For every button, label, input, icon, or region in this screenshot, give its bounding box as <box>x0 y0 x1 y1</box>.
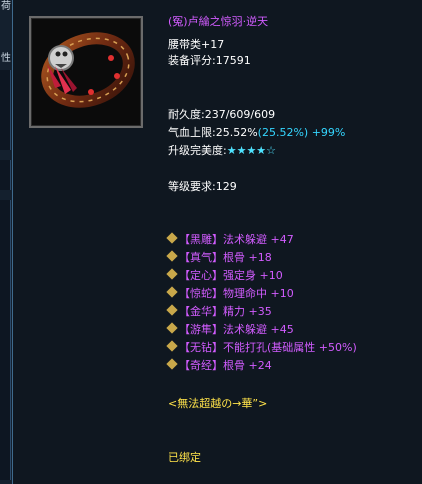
diamond-bullet-icon <box>166 322 178 334</box>
upgrade-perfection-line: 升级完美度:★★★★☆ <box>168 143 276 158</box>
diamond-bullet-icon <box>166 250 178 262</box>
diamond-bullet-icon <box>166 232 178 244</box>
hp-limit-extra: +99% <box>311 126 346 139</box>
item-icon-frame <box>29 16 143 128</box>
side-panel-bar[interactable] <box>0 70 11 150</box>
attribute-text: 【奇经】根骨 +24 <box>179 359 272 372</box>
attribute-text: 【惊蛇】物理命中 +10 <box>179 287 294 300</box>
attribute-row: 【真气】根骨 +18 <box>166 250 272 265</box>
side-panel-bar[interactable] <box>0 160 11 190</box>
attribute-row: 【惊蛇】物理命中 +10 <box>166 286 294 301</box>
attribute-text: 【真气】根骨 +18 <box>179 251 272 264</box>
diamond-bullet-icon <box>166 340 178 352</box>
durability-line: 耐久度:237/609/609 <box>168 108 276 121</box>
upgrade-stars: ★★★★☆ <box>226 144 277 157</box>
attribute-row: 【无钻】不能打孔(基础属性 +50%) <box>166 340 357 355</box>
diamond-bullet-icon <box>166 268 178 280</box>
attribute-text: 【黑雕】法术躲避 +47 <box>179 233 294 246</box>
side-panel-strip: 荷 性 <box>0 0 12 484</box>
item-score-line: 装备评分:17591 <box>168 54 251 67</box>
attribute-row: 【定心】强定身 +10 <box>166 268 283 283</box>
hp-limit-label: 气血上限:25.52% <box>168 126 258 139</box>
attribute-row: 【游隼】法术躲避 +45 <box>166 322 294 337</box>
item-tooltip: (冤)卢綸之惊羽·逆天 腰带类+17 装备评分:17591 耐久度:237/60… <box>12 0 422 484</box>
bound-status: 已绑定 <box>168 451 201 464</box>
attribute-text: 【金华】精力 +35 <box>179 305 272 318</box>
diamond-bullet-icon <box>166 358 178 370</box>
belt-icon <box>41 32 135 108</box>
attribute-text: 【无钻】不能打孔(基础属性 +50%) <box>179 341 357 354</box>
hp-limit-bonus: (25.52%) <box>257 126 309 139</box>
side-tab-label-mid: 性 <box>1 53 11 64</box>
item-type-line: 腰带类+17 <box>168 38 225 51</box>
no-overlimit-note: <無法超越の→華”> <box>168 397 268 410</box>
attribute-row: 【奇经】根骨 +24 <box>166 358 272 373</box>
diamond-bullet-icon <box>166 304 178 316</box>
side-panel-bar[interactable] <box>0 200 11 480</box>
diamond-bullet-icon <box>166 286 178 298</box>
side-tab-label-top: 荷 <box>1 1 11 12</box>
level-requirement: 等级要求:129 <box>168 180 237 193</box>
attribute-text: 【定心】强定身 +10 <box>179 269 283 282</box>
item-name: (冤)卢綸之惊羽·逆天 <box>168 15 269 28</box>
attribute-text: 【游隼】法术躲避 +45 <box>179 323 294 336</box>
attribute-row: 【金华】精力 +35 <box>166 304 272 319</box>
upgrade-label: 升级完美度: <box>168 144 227 157</box>
hp-limit-line: 气血上限:25.52%(25.52%) +99% <box>168 125 345 140</box>
attribute-row: 【黑雕】法术躲避 +47 <box>166 232 294 247</box>
